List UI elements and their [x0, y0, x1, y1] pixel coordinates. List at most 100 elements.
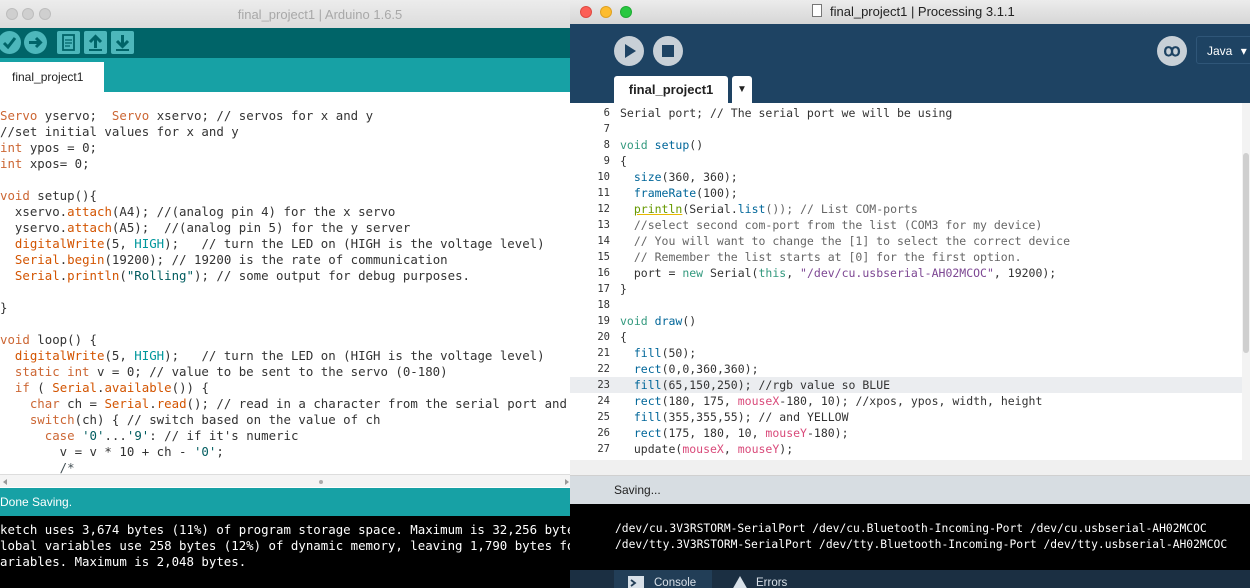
code-token: int: [0, 140, 23, 155]
tab-final-project1[interactable]: final_project1: [0, 62, 104, 92]
code-line: static int v = 0; // value to be sent to…: [0, 364, 448, 380]
tab-final-project1[interactable]: final_project1: [614, 76, 728, 103]
code-token: void: [0, 188, 30, 203]
verify-button[interactable]: [0, 31, 21, 54]
tab-console[interactable]: Console: [614, 570, 712, 588]
line-number: 13: [597, 219, 610, 231]
code-token: ()) {: [171, 380, 209, 395]
arduino-code-editor[interactable]: Servo yservo; Servo xservo; // servos fo…: [0, 108, 572, 474]
code-token: this: [758, 266, 787, 280]
save-sketch-button[interactable]: [111, 31, 134, 54]
processing-code-editor[interactable]: 27 update(mouseX, mouseY); 26 rect(175, 1…: [570, 103, 1250, 460]
code-line: if ( Serial.available()) {: [0, 380, 209, 396]
code-token: v = 0; // value to be sent to the servo …: [89, 364, 448, 379]
code-token: // You will want to change the [1] to se…: [620, 234, 1071, 248]
code-line: 27 update(mouseX, mouseY);: [570, 441, 1242, 457]
code-line: 9{: [570, 153, 1242, 169]
code-token: '9': [126, 428, 150, 443]
code-token: (A4); //(analog pin 4) for the x servo: [111, 204, 396, 219]
code-text: void draw(): [620, 313, 696, 329]
code-token: Servo: [111, 108, 150, 123]
warning-icon: [733, 576, 747, 588]
console-divider[interactable]: [570, 460, 1250, 476]
processing-toolbar: ꝏ Java ▾ final_project1 ▼: [570, 24, 1250, 103]
code-token: {: [620, 330, 627, 344]
code-token: ,: [786, 266, 801, 280]
arrow-right-icon: [29, 36, 43, 49]
code-token: char: [29, 396, 60, 411]
code-line: int xpos= 0;: [0, 156, 90, 172]
debugger-button[interactable]: ꝏ: [1157, 36, 1187, 66]
code-token: Servo: [0, 108, 38, 123]
stop-icon: [662, 45, 674, 57]
code-token: (): [689, 138, 704, 152]
code-token: );: [779, 442, 794, 456]
chevron-down-icon: ▾: [1240, 44, 1247, 58]
code-token: fill: [633, 346, 662, 360]
line-number: 9: [603, 155, 610, 167]
code-token: , 19200);: [993, 266, 1057, 280]
code-token: // Remember the list starts at [0] for t…: [620, 250, 1022, 264]
code-token: (): [682, 314, 697, 328]
code-token: rect: [633, 362, 662, 376]
code-line: case '0'...'9': // if it's numeric: [0, 428, 299, 444]
code-line: 8 void setup(): [570, 137, 1242, 153]
code-text: size(360, 360);: [620, 169, 738, 185]
code-line: 13 //select second com-port from the lis…: [570, 217, 1242, 233]
tab-menu-button[interactable]: ▼: [732, 76, 752, 103]
processing-titlebar: final_project1 | Processing 3.1.1: [570, 0, 1250, 25]
code-token: (0,0,360,360);: [661, 362, 759, 376]
arduino-toolbar: [0, 28, 572, 58]
butterfly-icon: ꝏ: [1163, 41, 1181, 60]
code-token: ); // turn the LED on (HIGH is the volta…: [164, 348, 545, 363]
line-number: 11: [597, 187, 610, 199]
console-line: ariables. Maximum is 2,048 bytes.: [0, 554, 247, 569]
code-token: begin: [67, 252, 105, 267]
code-line: 12 println(Serial.list()); // List COM-p…: [570, 201, 1242, 217]
console-tabs: Console Errors: [570, 570, 1250, 588]
processing-scroll-thumb[interactable]: [1243, 153, 1249, 353]
console-line: lobal variables use 258 bytes (12%) of d…: [0, 538, 572, 553]
tab-errors[interactable]: Errors: [722, 570, 802, 588]
code-token: fill: [633, 410, 662, 424]
code-token: yservo;: [37, 108, 112, 123]
code-token: mouseX: [737, 394, 780, 408]
code-token: digitalWrite: [14, 236, 105, 251]
processing-close-button[interactable]: [580, 6, 592, 18]
run-button[interactable]: [614, 36, 644, 66]
processing-window-title: final_project1 | Processing 3.1.1: [830, 4, 1015, 19]
line-number: 15: [597, 251, 610, 263]
code-token: Serial: [52, 380, 97, 395]
code-token: (355,355,55); // and YELLOW: [661, 410, 849, 424]
new-sketch-button[interactable]: [57, 31, 80, 54]
line-number: 16: [597, 267, 610, 279]
processing-minimize-button[interactable]: [600, 6, 612, 18]
open-sketch-button[interactable]: [84, 31, 107, 54]
code-text: {: [620, 153, 627, 169]
code-text: void setup(): [620, 137, 703, 153]
stop-button[interactable]: [653, 36, 683, 66]
upload-button[interactable]: [24, 31, 47, 54]
processing-zoom-button[interactable]: [620, 6, 632, 18]
code-token: : // if it's numeric: [149, 428, 299, 443]
console-icon: [628, 576, 644, 588]
code-token: mouseY: [737, 442, 780, 456]
code-token: (19200); // 19200 is the rate of communi…: [104, 252, 448, 267]
line-number: 7: [603, 123, 610, 135]
mode-selector[interactable]: Java ▾: [1196, 36, 1250, 64]
code-token: list: [737, 202, 766, 216]
code-token: (A5); //(analog pin 5) for the y server: [111, 220, 411, 235]
arduino-horizontal-scrollbar[interactable]: [0, 474, 572, 487]
code-token: println: [633, 202, 683, 216]
code-token: (180, 175,: [661, 394, 738, 408]
arduino-titlebar: final_project1 | Arduino 1.6.5: [0, 0, 572, 29]
line-number: 21: [597, 347, 610, 359]
code-text: // Remember the list starts at [0] for t…: [620, 249, 1022, 265]
code-token: if: [14, 380, 30, 395]
